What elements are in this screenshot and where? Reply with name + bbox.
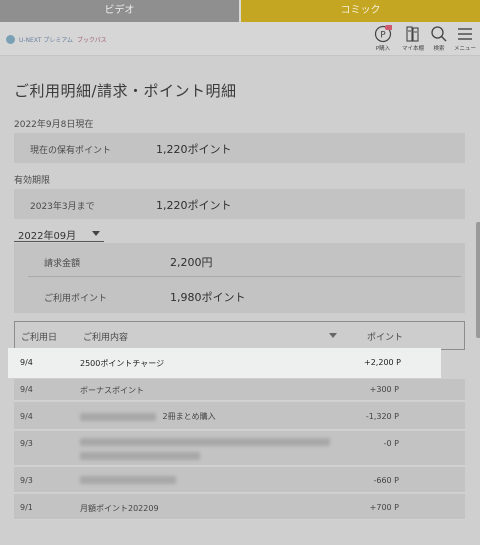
expiry-box: 2023年3月まで 1,220ポイント [14, 189, 465, 219]
page-title: ご利用明細/請求・ポイント明細 [14, 82, 237, 100]
row-date: 9/3 [20, 439, 33, 448]
logo-text-secondary: ブックパス [77, 36, 107, 44]
holdings-label: 現在の保有ポイント [30, 146, 112, 156]
sort-chevron-icon[interactable] [329, 333, 337, 338]
holdings-value: 1,220ポイント [156, 143, 232, 156]
bookshelf-icon [406, 26, 419, 42]
row-description-text: 2冊まとめ購入 [162, 412, 216, 421]
redacted-title [80, 475, 176, 484]
billing-row: 請求金額 2,200円 [28, 246, 461, 276]
billing-label: 請求金額 [44, 259, 81, 269]
top-tab-bar: ビデオ コミック [0, 0, 480, 22]
row-amount: -660 P [373, 476, 399, 485]
month-select-value: 2022年09月 [18, 231, 77, 242]
expiry-label: 有効期限 [14, 176, 51, 186]
table-header: ご利用日 ご利用内容 ポイント [14, 321, 465, 350]
search-icon [431, 26, 447, 42]
table-row: 9/4 2冊まとめ購入 -1,320 P [14, 402, 465, 430]
row-amount: +2,200 P [364, 358, 401, 367]
point-purchase-label: P購入 [375, 46, 391, 52]
row-date: 9/1 [20, 503, 33, 512]
holdings-box: 現在の保有ポイント 1,220ポイント [14, 133, 465, 163]
used-points-label: ご利用ポイント [44, 294, 108, 304]
as-of-date: 2022年9月8日現在 [14, 120, 94, 130]
used-points-value: 1,980ポイント [170, 291, 246, 304]
used-points-row: ご利用ポイント 1,980ポイント [28, 281, 461, 311]
table-row: 9/3 -660 P [14, 467, 465, 493]
point-coin-icon: P [374, 25, 392, 43]
menu-button[interactable]: メニュー [452, 25, 478, 53]
billing-value: 2,200円 [170, 256, 213, 269]
table-row: 9/1 月額ポイント202209 +700 P [14, 494, 465, 520]
menu-label: メニュー [453, 46, 476, 52]
expiry-date: 2023年3月まで [30, 202, 95, 212]
month-select[interactable]: 2022年09月 [14, 226, 104, 242]
logo-text-primary: U-NEXT プレミアム [19, 36, 73, 44]
row-date: 9/3 [20, 476, 33, 485]
column-date: ご利用日 [21, 333, 58, 343]
summary-divider [28, 276, 461, 277]
column-points: ポイント [367, 333, 404, 343]
point-purchase-button[interactable]: P P購入 [370, 25, 396, 53]
highlighted-table-row[interactable]: 9/4 2500ポイントチャージ +2,200 P [8, 348, 441, 378]
tab-video[interactable]: ビデオ [0, 0, 239, 22]
row-amount: +300 P [369, 385, 399, 394]
row-date: 9/4 [20, 358, 33, 367]
row-amount: -1,320 P [365, 412, 399, 421]
table-row: 9/3 -0 P [14, 431, 465, 466]
redacted-title [80, 437, 330, 446]
redacted-title [80, 452, 200, 460]
site-logo[interactable]: U-NEXT プレミアム ブックパス [6, 34, 107, 44]
summary-box: 請求金額 2,200円 ご利用ポイント 1,980ポイント [14, 243, 465, 313]
logo-mark-icon [6, 34, 15, 44]
row-amount: +700 P [369, 503, 399, 512]
row-description [80, 475, 176, 484]
row-description [80, 437, 330, 460]
table-row: 9/4 ボーナスポイント +300 P [14, 379, 465, 401]
chevron-down-icon [92, 231, 100, 236]
row-description: 2冊まとめ購入 [80, 411, 216, 422]
svg-text:P: P [380, 31, 386, 41]
hamburger-menu-icon [458, 28, 472, 40]
redacted-title [80, 412, 156, 421]
column-description[interactable]: ご利用内容 [83, 330, 128, 343]
row-description: 2500ポイントチャージ [80, 359, 165, 368]
row-description: 月額ポイント202209 [80, 504, 159, 513]
tab-comic[interactable]: コミック [241, 0, 480, 22]
row-description: ボーナスポイント [80, 386, 144, 395]
site-header: U-NEXT プレミアム ブックパス P P購入 マイ本棚 検索 メニュー [0, 22, 480, 56]
row-date: 9/4 [20, 385, 33, 394]
row-date: 9/4 [20, 412, 33, 421]
scrollbar-handle[interactable] [476, 222, 480, 338]
expiry-value: 1,220ポイント [156, 199, 232, 212]
row-amount: -0 P [383, 439, 399, 448]
